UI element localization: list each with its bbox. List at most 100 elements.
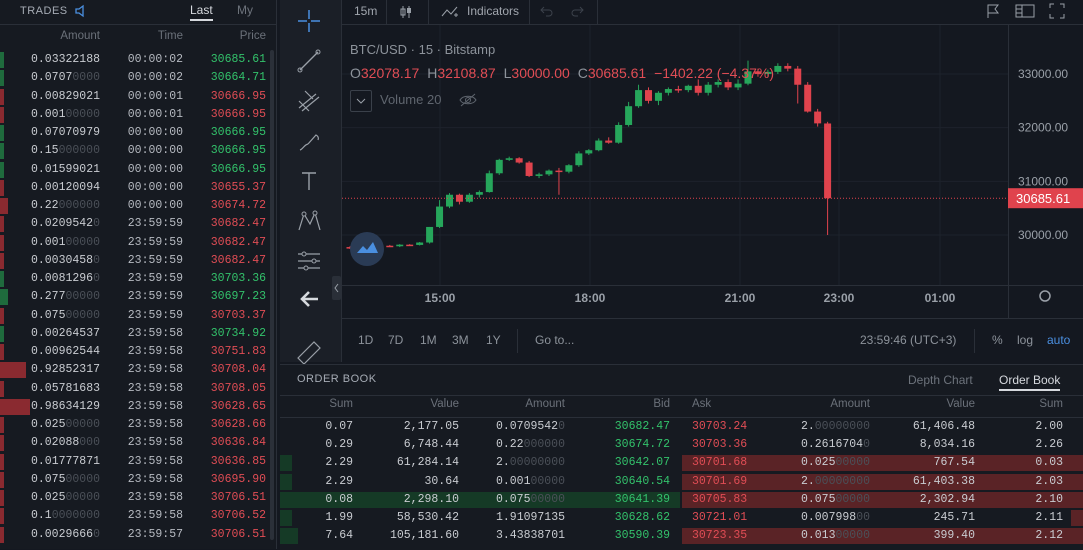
candle-body xyxy=(824,123,832,199)
amount-digits: 0.01599021 xyxy=(30,162,100,176)
order-book-row[interactable]: 2.29 61,284.14 2.00000000 30642.07 30701.68 0… xyxy=(280,454,1083,472)
indicators-button[interactable]: Indicators xyxy=(467,4,519,18)
order-book-row[interactable]: 0.07 2,177.05 0.07095420 30682.47 30703.24 2.… xyxy=(280,418,1083,436)
ask-price-digits: 30703.24 xyxy=(692,420,748,433)
order-book-row[interactable]: 7.64 105,181.60 3.43838701 30590.39 30723.35… xyxy=(280,527,1083,545)
range-1y[interactable]: 1Y xyxy=(486,333,501,347)
speaker-icon[interactable] xyxy=(74,4,88,21)
indicators-icon[interactable] xyxy=(441,4,459,23)
trade-time: 23:59:59 xyxy=(127,308,183,322)
bid-amount-digits: 1.91097135 xyxy=(495,511,565,524)
interval-button[interactable]: 15m xyxy=(354,4,377,18)
order-book-row[interactable]: 0.08 2,298.10 0.07500000 30641.39 30705.83 0.… xyxy=(280,491,1083,509)
trade-time: 23:59:59 xyxy=(127,253,183,267)
percent-toggle[interactable]: % xyxy=(992,333,1003,347)
range-1m[interactable]: 1M xyxy=(420,333,437,347)
price-axis-label: 30000.00 xyxy=(1018,228,1068,242)
ask-sum-digits: 2.26 xyxy=(1035,438,1063,452)
trade-amount: 0.02500000 xyxy=(31,489,100,507)
trade-price: 30708.04 xyxy=(210,363,266,377)
time-axis-label: 01:00 xyxy=(925,291,956,305)
range-7d[interactable]: 7D xyxy=(388,333,403,347)
bid-sum-digits: 0.08 xyxy=(325,492,353,506)
bid-value: 58,530.42 xyxy=(397,509,459,527)
collapse-legend-button[interactable] xyxy=(350,90,372,112)
col-ask: Ask xyxy=(692,398,712,410)
fullscreen-icon[interactable] xyxy=(1049,3,1065,22)
trade-price: 30628.66 xyxy=(210,418,266,431)
goto-button[interactable]: Go to... xyxy=(535,333,574,347)
bid-price-digits: 30641.39 xyxy=(614,492,670,506)
trade-volume-bar xyxy=(0,271,4,287)
range-1d[interactable]: 1D xyxy=(358,333,373,347)
trade-volume-bar xyxy=(0,125,4,141)
candle-body xyxy=(684,85,692,91)
trade-amount: 0.10000000 xyxy=(31,507,100,525)
ruler-icon[interactable] xyxy=(294,334,324,365)
flag-icon[interactable] xyxy=(985,3,1001,22)
tab-order-book[interactable]: Order Book xyxy=(999,373,1061,391)
settings-gear-icon[interactable] xyxy=(1039,290,1051,302)
volume-label: Volume 20 xyxy=(380,92,442,107)
auto-toggle[interactable]: auto xyxy=(1047,333,1070,347)
collapse-toolbar-handle[interactable] xyxy=(332,276,341,300)
prediction-icon[interactable] xyxy=(294,246,324,276)
text-icon[interactable] xyxy=(294,166,324,196)
trade-price: 30734.92 xyxy=(210,326,266,340)
range-3m[interactable]: 3M xyxy=(452,333,469,347)
eye-hidden-icon[interactable] xyxy=(458,92,478,111)
bid-value-digits: 58,530.42 xyxy=(396,511,459,524)
bid-amount: 3.43838701 xyxy=(496,527,565,545)
crosshair-icon[interactable] xyxy=(294,6,324,36)
col-ask-value: Value xyxy=(946,398,975,410)
trade-amount: 0.27700000 xyxy=(31,288,100,306)
tab-last[interactable]: Last xyxy=(190,3,213,21)
tab-my[interactable]: My xyxy=(237,3,253,17)
ask-amount-digits: 0.2616704 xyxy=(800,438,864,452)
bid-amount-digits: 2. xyxy=(495,456,510,470)
brush-icon[interactable] xyxy=(294,126,324,156)
trades-scrollbar[interactable] xyxy=(270,50,274,540)
trade-volume-bar xyxy=(0,289,8,306)
trade-amount: 0.01777871 xyxy=(31,453,100,471)
bid-sum: 2.29 xyxy=(325,454,353,472)
log-toggle[interactable]: log xyxy=(1017,333,1033,347)
trade-price: 30703.36 xyxy=(210,272,266,285)
trade-amount: 0.00100000 xyxy=(31,106,100,124)
trade-row: 0.00100000 23:59:59 30682.47 xyxy=(0,234,276,252)
chart-bottombar: 1D 7D 1M 3M 1Y Go to... 23:59:46 (UTC+3)… xyxy=(342,318,1083,363)
bid-sum-digits: 2.29 xyxy=(325,474,353,488)
amount-digits: 0.01777871 xyxy=(30,454,100,468)
trade-volume-bar xyxy=(0,198,8,214)
tab-depth-chart[interactable]: Depth Chart xyxy=(908,373,973,387)
candle-body xyxy=(625,106,633,125)
trade-volume-bar xyxy=(0,526,4,543)
trade-volume-bar xyxy=(0,216,4,233)
trend-line-icon[interactable] xyxy=(294,46,324,76)
pattern-icon[interactable] xyxy=(294,206,324,236)
candle-body xyxy=(426,226,434,243)
redo-icon[interactable] xyxy=(570,4,584,21)
order-book-row[interactable]: 1.99 58,530.42 1.91097135 30628.62 30721.01 0… xyxy=(280,509,1083,527)
amount-padding: 0000000 xyxy=(51,509,100,523)
ask-amount-digits: 0.075 xyxy=(800,492,836,506)
undo-icon[interactable] xyxy=(540,4,554,21)
candle-body xyxy=(664,89,672,93)
bid-amount-digits: 3.43838701 xyxy=(495,529,565,543)
candle-body xyxy=(774,65,782,72)
fib-icon[interactable] xyxy=(294,86,324,116)
candle-body xyxy=(794,68,802,85)
back-arrow-icon[interactable] xyxy=(294,284,324,314)
candles-icon[interactable] xyxy=(398,4,414,23)
ask-amount-digits: 0.007998 xyxy=(800,511,857,524)
ask-price-digits: 30705.83 xyxy=(692,492,748,506)
time-axis-label: 23:00 xyxy=(824,291,855,305)
amount-padding: 0 xyxy=(93,527,100,541)
trade-time: 00:00:02 xyxy=(127,53,183,66)
trade-price: 30664.71 xyxy=(210,71,266,85)
layout-icon[interactable] xyxy=(1015,3,1035,22)
trade-row: 0.10000000 23:59:58 30706.52 xyxy=(0,507,276,525)
order-book-row[interactable]: 2.29 30.64 0.00100000 30640.54 30701.69 2.000… xyxy=(280,473,1083,491)
order-book-row[interactable]: 0.29 6,748.44 0.22000000 30674.72 30703.36 0.… xyxy=(280,436,1083,454)
amount-digits: 0.03322188 xyxy=(30,53,100,66)
